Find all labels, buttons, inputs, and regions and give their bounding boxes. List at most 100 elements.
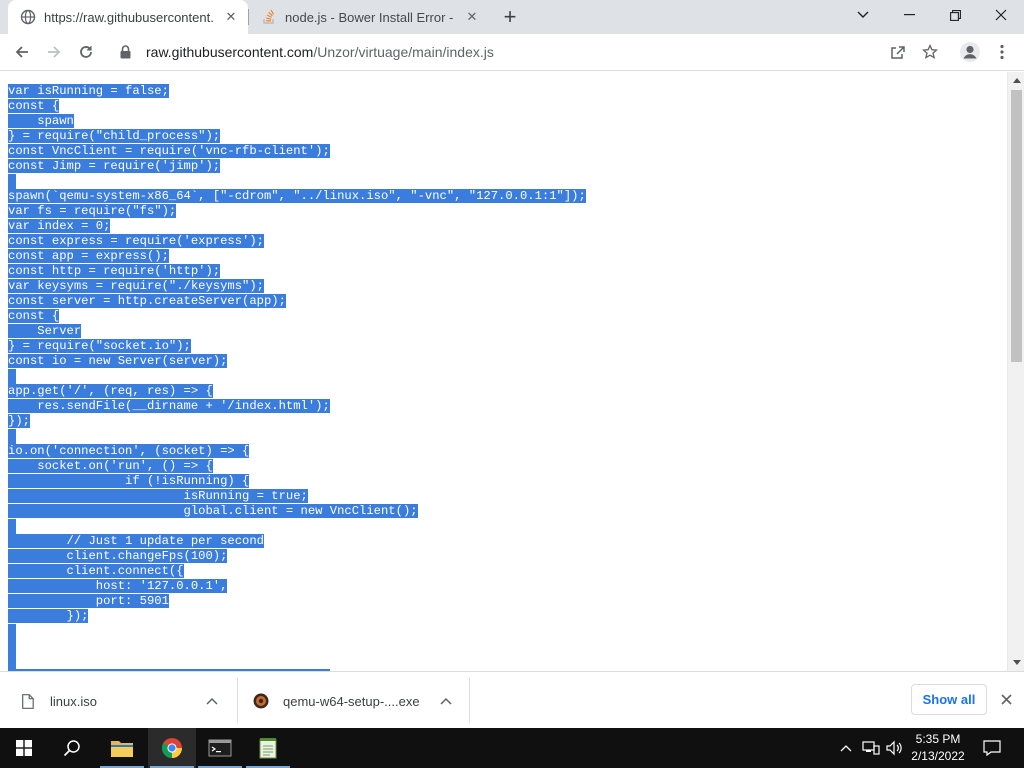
new-tab-button[interactable]: + — [498, 4, 522, 29]
download-filename: qemu-w64-setup-....exe — [283, 693, 420, 709]
taskbar-chrome[interactable] — [148, 728, 196, 768]
code-line — [8, 654, 586, 669]
code-line: const app = express(); — [8, 249, 586, 264]
scrollbar-thumb[interactable] — [1011, 90, 1022, 362]
download-divider — [469, 678, 470, 723]
code-line: Server — [8, 324, 586, 339]
code-line-text — [8, 639, 16, 654]
code-line-text: if (!isRunning) { — [8, 474, 250, 488]
search-icon — [63, 740, 80, 757]
scroll-down-button[interactable] — [1008, 654, 1024, 671]
address-url: raw.githubusercontent.com/Unzor/virtuage… — [146, 44, 494, 60]
scroll-up-button[interactable] — [1008, 72, 1024, 89]
code-line — [8, 624, 586, 639]
code-line: var fs = require("fs"); — [8, 204, 586, 219]
code-line-text: }); — [8, 609, 89, 623]
notification-icon — [983, 740, 1001, 756]
tab-stackoverflow[interactable]: node.js - Bower Install Error - Sta ✕ — [249, 0, 489, 34]
code-line-text: host: '127.0.0.1', — [8, 579, 228, 593]
arrow-right-icon — [48, 46, 61, 58]
back-button[interactable] — [8, 38, 36, 66]
download-item-linux-iso[interactable]: linux.iso — [20, 678, 230, 724]
vertical-scrollbar[interactable] — [1007, 72, 1024, 671]
code-line: var isRunning = false; — [8, 84, 586, 99]
tray-overflow-button[interactable] — [836, 728, 856, 768]
code-line-text: var fs = require("fs"); — [8, 204, 177, 218]
source-code[interactable]: var isRunning = false; const { spawn} = r… — [8, 84, 586, 669]
notepad-icon — [259, 738, 277, 759]
search-button[interactable] — [48, 728, 96, 768]
code-line-text: } = require("child_process"); — [8, 129, 221, 143]
code-line-text: client.changeFps(100); — [8, 549, 228, 563]
reload-button[interactable] — [72, 38, 100, 66]
code-line-text — [8, 624, 16, 639]
close-tab-icon[interactable]: ✕ — [463, 8, 481, 26]
taskbar-command-prompt[interactable] — [196, 728, 244, 768]
share-button[interactable] — [884, 38, 912, 66]
taskbar-clock[interactable]: 5:35 PM 2/13/2022 — [906, 731, 970, 765]
terminal-icon — [208, 739, 232, 757]
tab-search-button[interactable] — [840, 0, 886, 30]
restore-button[interactable] — [932, 0, 978, 30]
code-line: host: '127.0.0.1', — [8, 579, 586, 594]
code-line: const http = require('http'); — [8, 264, 586, 279]
code-line-text: spawn(`qemu-system-x86_64`, ["-cdrom", "… — [8, 189, 586, 203]
code-line: const { — [8, 99, 586, 114]
code-line-text — [8, 369, 16, 384]
lock-icon[interactable] — [120, 45, 134, 59]
avatar-icon — [960, 42, 980, 62]
reload-icon — [80, 46, 92, 58]
chevron-up-icon[interactable] — [436, 691, 456, 711]
code-line-text: var keysyms = require("./keysyms"); — [8, 279, 264, 293]
show-all-downloads-button[interactable]: Show all — [911, 684, 987, 715]
code-line: if (!isRunning) { — [8, 474, 586, 489]
minimize-button[interactable] — [886, 0, 932, 30]
code-line-text: port: 5901 — [8, 594, 169, 608]
code-line-text — [8, 429, 16, 444]
action-center-button[interactable] — [980, 728, 1004, 768]
code-line-text: var index = 0; — [8, 219, 111, 233]
code-line-text: const Jimp = require('jimp'); — [8, 159, 221, 173]
code-line: port: 5901 — [8, 594, 586, 609]
speaker-icon — [886, 740, 902, 756]
profile-button[interactable] — [956, 38, 984, 66]
code-line: isRunning = true; — [8, 489, 586, 504]
code-line-text — [8, 519, 16, 534]
download-item-qemu-setup[interactable]: qemu-w64-setup-....exe — [253, 678, 463, 724]
chevron-up-icon[interactable] — [202, 691, 222, 711]
address-bar[interactable]: raw.githubusercontent.com/Unzor/virtuage… — [106, 37, 946, 67]
menu-button[interactable] — [988, 38, 1016, 66]
close-window-button[interactable] — [978, 0, 1024, 30]
forward-button[interactable] — [40, 38, 68, 66]
tray-network[interactable] — [860, 728, 882, 768]
code-line: // Just 1 update per second — [8, 534, 586, 549]
tab-github-raw[interactable]: https://raw.githubusercontent.co ✕ — [8, 0, 248, 34]
code-line: } = require("socket.io"); — [8, 339, 586, 354]
close-tab-icon[interactable]: ✕ — [222, 8, 240, 26]
browser-toolbar: raw.githubusercontent.com/Unzor/virtuage… — [0, 34, 1024, 71]
tab-title: node.js - Bower Install Error - Sta — [285, 9, 455, 25]
taskbar-file-explorer[interactable] — [98, 728, 146, 768]
start-button[interactable] — [0, 728, 48, 768]
clock-date: 2/13/2022 — [911, 749, 965, 763]
bookmark-button[interactable] — [916, 38, 944, 66]
code-line-text: isRunning = true; — [8, 489, 308, 503]
code-line-text — [8, 174, 16, 189]
tray-volume[interactable] — [884, 728, 906, 768]
tab-title: https://raw.githubusercontent.co — [44, 9, 214, 25]
taskbar-notepad[interactable] — [244, 728, 292, 768]
close-download-shelf-button[interactable] — [996, 689, 1016, 709]
code-line — [8, 174, 586, 189]
page-content[interactable]: var isRunning = false; const { spawn} = r… — [0, 72, 1007, 671]
code-line-text: const io = new Server(server); — [8, 354, 228, 368]
close-icon — [995, 9, 1007, 21]
code-line-text — [8, 654, 16, 669]
code-line — [8, 639, 586, 654]
star-icon — [922, 44, 938, 59]
code-line: client.changeFps(100); — [8, 549, 586, 564]
code-line-text: res.sendFile(__dirname + '/index.html'); — [8, 399, 330, 413]
code-line-text: client.connect({ — [8, 564, 184, 578]
code-line-text: global.client = new VncClient(); — [8, 504, 418, 518]
code-line: const Jimp = require('jimp'); — [8, 159, 586, 174]
code-line: } = require("child_process"); — [8, 129, 586, 144]
